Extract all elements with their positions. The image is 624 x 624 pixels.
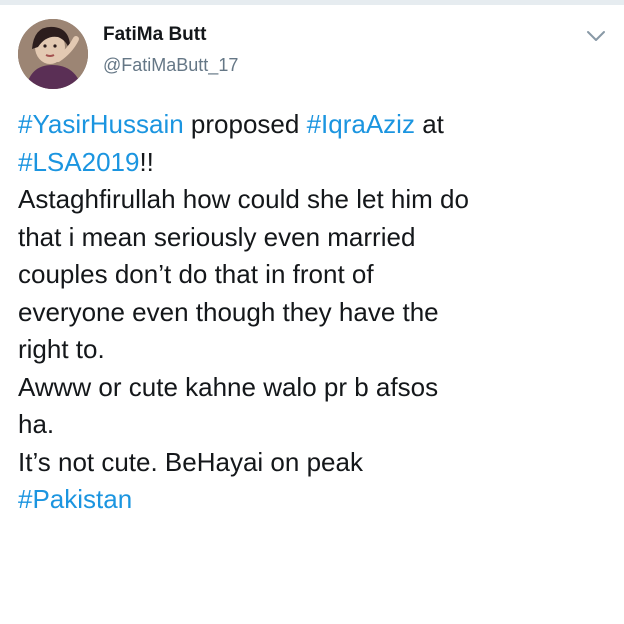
tweet-line-10: It’s not cute. BeHayai on peak [18, 446, 363, 477]
tweet-line-1: #YasirHussain proposed #IqraAziz at [18, 106, 618, 144]
tweet-card: FatiMa Butt @FatiMaButt_17 #YasirHussain… [0, 5, 624, 624]
hashtag-link[interactable]: #IqraAziz [307, 109, 415, 139]
tweet-line-9: ha. [18, 409, 55, 439]
tweet-line-4: that i mean seriously even married [18, 221, 416, 252]
tweet-text: #YasirHussain proposed #IqraAziz at #LSA… [18, 106, 618, 519]
tweet-line-7: right to. [18, 334, 105, 364]
hashtag-link[interactable]: #YasirHussain [18, 109, 184, 139]
tweet-text-segment: proposed [183, 109, 307, 139]
tweet-line-3: Astaghfirullah how could she let him do [18, 184, 469, 214]
tweet-line-8: Awww or cute kahne walo pr b afsos [18, 371, 439, 402]
tweet-text-segment: at [414, 109, 444, 139]
display-name[interactable]: FatiMa Butt [103, 24, 206, 46]
chevron-down-icon[interactable] [585, 27, 607, 45]
tweet-line-2: #LSA2019!! [18, 144, 618, 182]
avatar[interactable] [18, 19, 88, 89]
hashtag-link[interactable]: #LSA2019 [18, 147, 139, 177]
profile-photo [18, 19, 88, 89]
hashtag-link[interactable]: #Pakistan [18, 484, 132, 514]
tweet-text-segment: !! [139, 146, 154, 177]
tweet-line-6: everyone even though they have the [18, 296, 439, 327]
user-handle[interactable]: @FatiMaButt_17 [103, 55, 238, 76]
tweet-line-11: #Pakistan [18, 481, 618, 519]
tweet-line-5: couples don’t do that in front of [18, 259, 374, 289]
